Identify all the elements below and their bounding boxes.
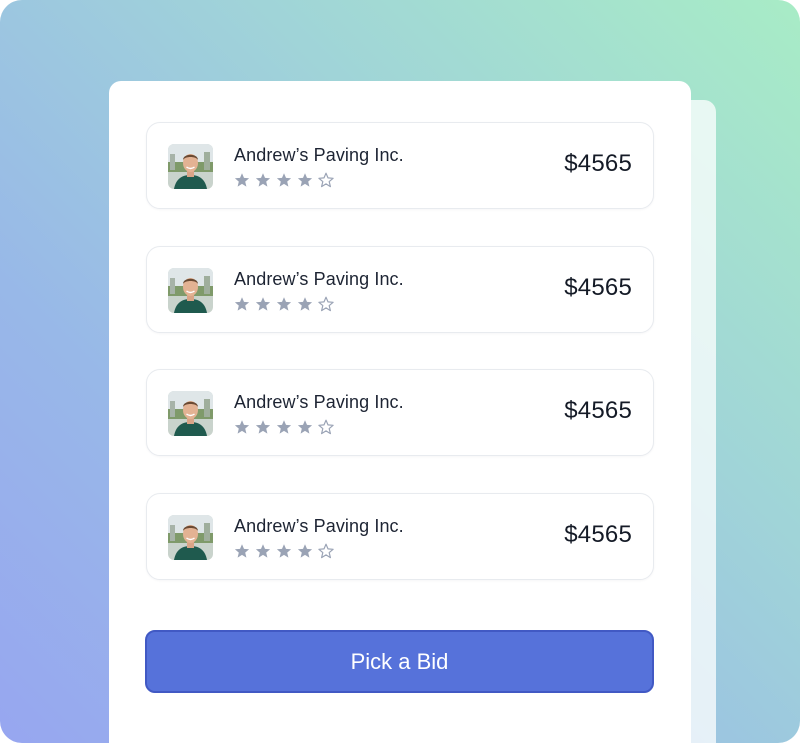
- bid-price: $4565: [564, 397, 632, 424]
- gradient-background: Andrew’s Paving Inc. $4565 Andrew’s Pavi…: [0, 0, 800, 743]
- star-icon: [276, 419, 292, 435]
- star-outline-icon: [318, 296, 334, 312]
- star-icon: [255, 172, 271, 188]
- bid-card[interactable]: Andrew’s Paving Inc. $4565: [146, 493, 654, 580]
- star-outline-icon: [318, 543, 334, 559]
- star-icon: [297, 419, 313, 435]
- bids-panel: Andrew’s Paving Inc. $4565 Andrew’s Pavi…: [109, 81, 691, 743]
- contractor-name: Andrew’s Paving Inc.: [234, 269, 404, 289]
- star-icon: [234, 296, 250, 312]
- star-icon: [255, 543, 271, 559]
- bid-card[interactable]: Andrew’s Paving Inc. $4565: [146, 369, 654, 456]
- star-icon: [234, 543, 250, 559]
- contractor-avatar: [168, 515, 213, 560]
- star-icon: [276, 296, 292, 312]
- star-icon: [297, 296, 313, 312]
- contractor-avatar: [168, 391, 213, 436]
- contractor-name: Andrew’s Paving Inc.: [234, 392, 404, 412]
- star-icon: [297, 543, 313, 559]
- star-icon: [255, 419, 271, 435]
- bid-price: $4565: [564, 274, 632, 301]
- contractor-name: Andrew’s Paving Inc.: [234, 145, 404, 165]
- rating-stars: [234, 296, 334, 312]
- contractor-name: Andrew’s Paving Inc.: [234, 516, 404, 536]
- star-icon: [276, 543, 292, 559]
- contractor-avatar: [168, 268, 213, 313]
- rating-stars: [234, 543, 334, 559]
- bid-price: $4565: [564, 150, 632, 177]
- bid-card[interactable]: Andrew’s Paving Inc. $4565: [146, 122, 654, 209]
- star-outline-icon: [318, 172, 334, 188]
- star-icon: [234, 419, 250, 435]
- bid-price: $4565: [564, 521, 632, 548]
- star-outline-icon: [318, 419, 334, 435]
- star-icon: [297, 172, 313, 188]
- rating-stars: [234, 172, 334, 188]
- star-icon: [234, 172, 250, 188]
- bid-card[interactable]: Andrew’s Paving Inc. $4565: [146, 246, 654, 333]
- star-icon: [276, 172, 292, 188]
- contractor-avatar: [168, 144, 213, 189]
- pick-a-bid-button[interactable]: Pick a Bid: [145, 630, 654, 693]
- star-icon: [255, 296, 271, 312]
- rating-stars: [234, 419, 334, 435]
